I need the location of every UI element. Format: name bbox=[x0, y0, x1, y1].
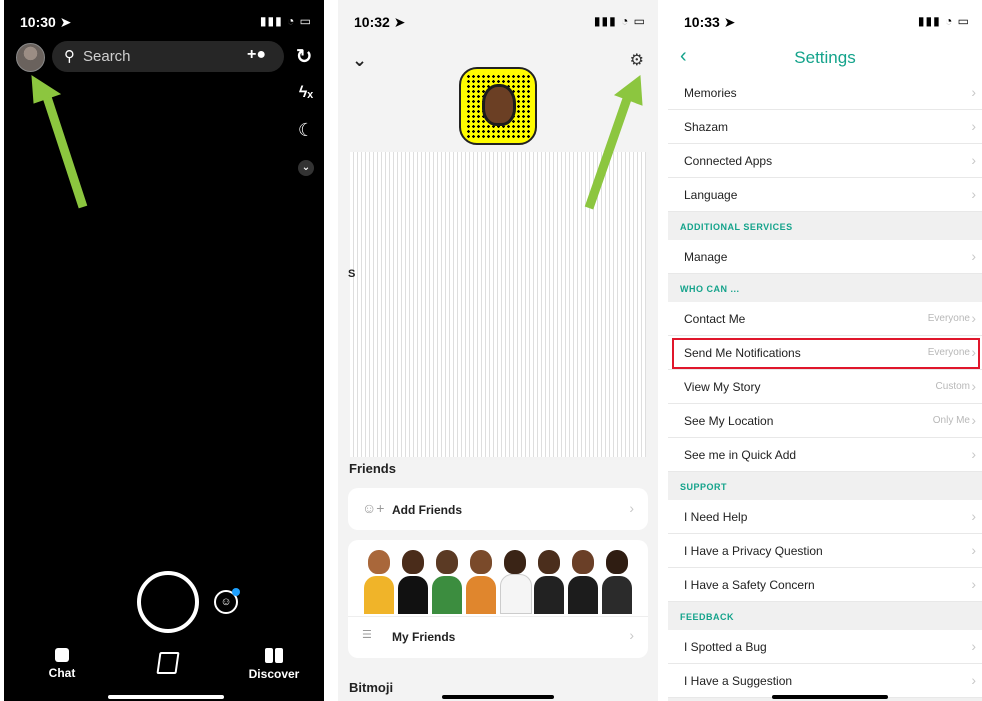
arrow-to-avatar-shaft bbox=[41, 92, 88, 209]
arrow-to-avatar-head bbox=[31, 75, 62, 104]
arrow-to-gear-shaft bbox=[584, 94, 633, 210]
pointer-arrows bbox=[31, 75, 643, 210]
